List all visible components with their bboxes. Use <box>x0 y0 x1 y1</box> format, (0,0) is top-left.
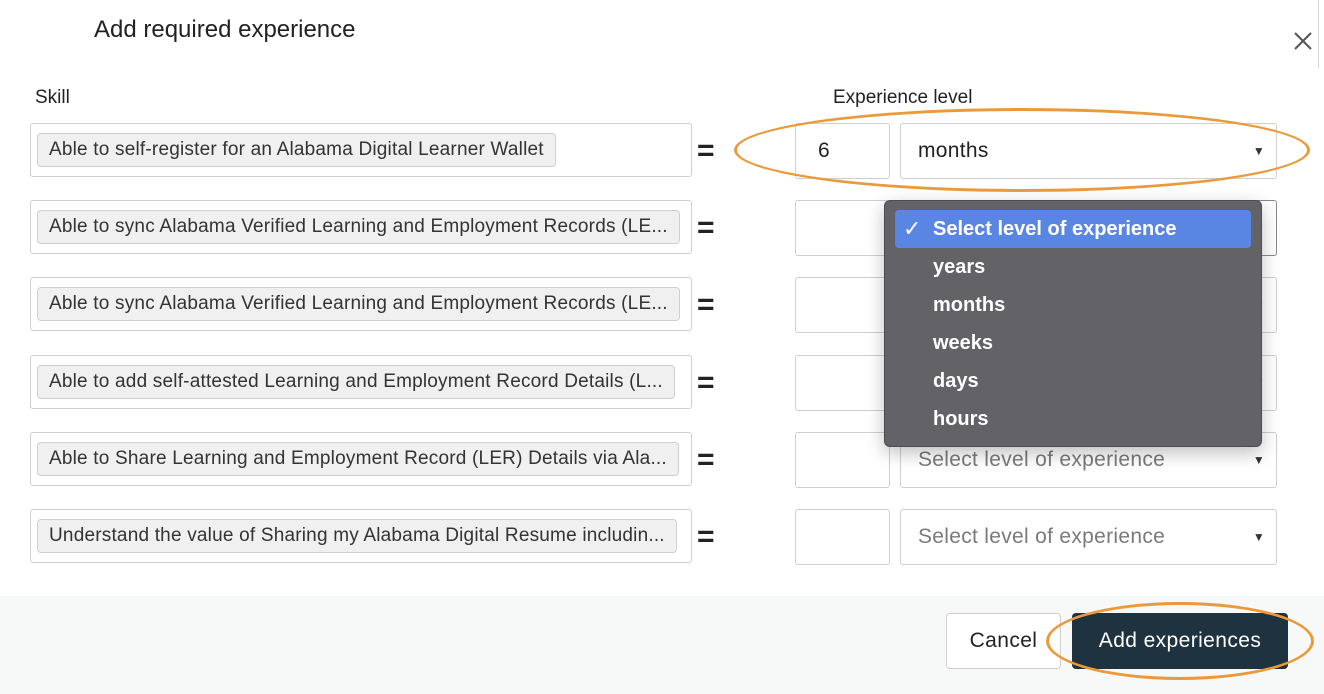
dropdown-option-months[interactable]: months <box>895 286 1251 324</box>
dropdown-option-label: Select level of experience <box>933 218 1177 240</box>
equals-sign: = <box>697 366 715 399</box>
equals-sign: = <box>697 443 715 476</box>
scroll-edge <box>1318 0 1319 68</box>
experience-level-column-header: Experience level <box>833 87 973 108</box>
skill-field-4[interactable]: Able to add self-attested Learning and E… <box>30 355 692 409</box>
unit-select-placeholder: Select level of experience <box>918 448 1166 471</box>
add-experiences-button[interactable]: Add experiences <box>1072 613 1288 669</box>
unit-select-6[interactable]: Select level of experience ▼ <box>900 509 1277 565</box>
dropdown-option-hours[interactable]: hours <box>895 400 1251 438</box>
skill-field-2[interactable]: Able to sync Alabama Verified Learning a… <box>30 200 692 254</box>
experience-level-dropdown-menu: ✓ Select level of experience years month… <box>884 200 1262 447</box>
skill-chip: Able to sync Alabama Verified Learning a… <box>37 287 680 321</box>
skill-chip: Understand the value of Sharing my Alaba… <box>37 519 677 553</box>
amount-input-1[interactable]: 6 <box>795 123 890 179</box>
dropdown-option-years[interactable]: years <box>895 248 1251 286</box>
equals-sign: = <box>697 134 715 167</box>
skill-field-1[interactable]: Able to self-register for an Alabama Dig… <box>30 123 692 177</box>
amount-input-6[interactable] <box>795 509 890 565</box>
dropdown-option-select-level[interactable]: ✓ Select level of experience <box>895 210 1251 248</box>
skill-field-5[interactable]: Able to Share Learning and Employment Re… <box>30 432 692 486</box>
amount-input-5[interactable] <box>795 432 890 488</box>
checkmark-icon: ✓ <box>903 216 922 241</box>
close-icon[interactable] <box>1290 28 1316 54</box>
equals-sign: = <box>697 520 715 553</box>
dropdown-option-weeks[interactable]: weeks <box>895 324 1251 362</box>
caret-down-icon: ▼ <box>1252 530 1265 544</box>
skill-chip: Able to sync Alabama Verified Learning a… <box>37 210 680 244</box>
skill-field-6[interactable]: Understand the value of Sharing my Alaba… <box>30 509 692 563</box>
unit-select-value: months <box>918 139 989 162</box>
unit-select-1[interactable]: months ▼ <box>900 123 1277 179</box>
skill-chip: Able to Share Learning and Employment Re… <box>37 442 679 476</box>
dropdown-option-days[interactable]: days <box>895 362 1251 400</box>
cancel-button[interactable]: Cancel <box>946 613 1061 669</box>
equals-sign: = <box>697 288 715 321</box>
skill-chip: Able to add self-attested Learning and E… <box>37 365 675 399</box>
unit-select-placeholder: Select level of experience <box>918 525 1166 548</box>
caret-down-icon: ▼ <box>1252 144 1265 158</box>
amount-input-4[interactable] <box>795 355 890 411</box>
skill-field-3[interactable]: Able to sync Alabama Verified Learning a… <box>30 277 692 331</box>
dialog-title: Add required experience <box>94 16 356 43</box>
skill-column-header: Skill <box>35 87 70 108</box>
equals-sign: = <box>697 211 715 244</box>
amount-input-3[interactable] <box>795 277 890 333</box>
amount-input-2[interactable] <box>795 200 890 256</box>
skill-chip: Able to self-register for an Alabama Dig… <box>37 133 556 167</box>
